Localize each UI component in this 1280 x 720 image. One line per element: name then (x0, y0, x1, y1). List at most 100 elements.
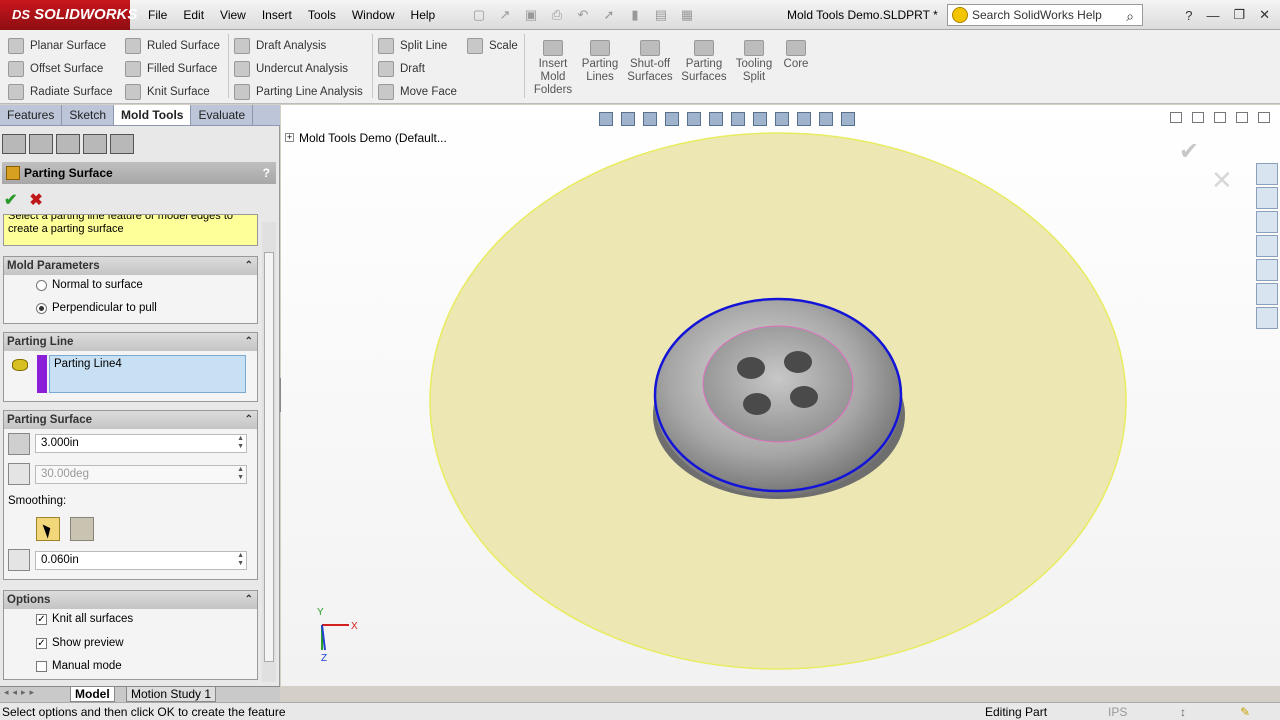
view-dropdown-icon[interactable] (841, 112, 855, 126)
view-palette-icon[interactable] (1256, 259, 1278, 281)
split-line-button[interactable]: Split Line (378, 34, 457, 57)
parting-surface-header[interactable]: Parting Surface ⌃ (4, 411, 257, 429)
menu-window[interactable]: Window (344, 0, 403, 30)
help-button[interactable]: ? (263, 162, 270, 184)
radiate-surface-button[interactable]: Radiate Surface (8, 80, 112, 103)
collapse-icon[interactable]: ⌃ (245, 411, 253, 429)
scale-button[interactable]: Scale (467, 34, 518, 57)
tab-model[interactable]: Model (70, 687, 115, 702)
menu-file[interactable]: File (140, 0, 175, 30)
menu-edit[interactable]: Edit (175, 0, 212, 30)
feature-manager-icon[interactable] (2, 134, 26, 154)
scene-icon[interactable] (819, 112, 833, 126)
status-units[interactable]: IPS (1108, 703, 1127, 720)
parting-surfaces-button[interactable]: Parting Surfaces (680, 40, 728, 84)
rebuild-icon[interactable]: ▮ (626, 6, 644, 24)
panel-scrollbar[interactable] (262, 222, 276, 682)
rebuild-status-icon[interactable]: ✎ (1240, 703, 1250, 720)
parting-line-header[interactable]: Parting Line ⌃ (4, 333, 257, 351)
display-style-icon[interactable] (753, 112, 767, 126)
tab-scroll-arrows-icon[interactable]: ◂◂▸▸ (4, 687, 38, 698)
collapse-icon[interactable]: ⌃ (245, 591, 253, 609)
draft-button[interactable]: Draft (378, 57, 457, 80)
save-icon[interactable]: ▣ (522, 6, 540, 24)
tab-mold-tools[interactable]: Mold Tools (114, 105, 192, 125)
menu-help[interactable]: Help (403, 0, 444, 30)
configuration-manager-icon[interactable] (56, 134, 80, 154)
display-manager-icon[interactable] (110, 134, 134, 154)
viewport-restore-icon[interactable] (1236, 112, 1248, 123)
distance-input[interactable]: 3.000in ▲ ▼ (35, 434, 247, 453)
collapse-icon[interactable]: ⌃ (245, 333, 253, 351)
zoom-to-fit-icon[interactable] (643, 112, 657, 126)
angle-input[interactable]: 30.00deg ▲ ▼ (35, 465, 247, 484)
options-icon[interactable]: ▦ (678, 6, 696, 24)
open-icon[interactable]: ↗ (496, 6, 514, 24)
perpendicular-to-pull-radio[interactable]: Perpendicular to pull (36, 302, 157, 314)
tab-motion-study[interactable]: Motion Study 1 (126, 687, 217, 702)
menu-insert[interactable]: Insert (254, 0, 300, 30)
confirmation-ok-icon[interactable]: ✔ (1179, 137, 1199, 166)
confirmation-cancel-icon[interactable]: ✕ (1211, 165, 1233, 196)
viewport-close-icon[interactable] (1258, 112, 1270, 123)
viewport-tile-icon[interactable] (1170, 112, 1182, 123)
solidworks-resources-icon[interactable] (1256, 163, 1278, 185)
options-header[interactable]: Options ⌃ (4, 591, 257, 609)
tab-sketch[interactable]: Sketch (62, 105, 115, 125)
parting-lines-button[interactable]: Parting Lines (579, 40, 621, 84)
help-search-input[interactable]: Search SolidWorks Help ⌕ (947, 4, 1143, 26)
core-button[interactable]: Core (780, 40, 812, 71)
status-arrow-icon[interactable]: ↕ (1180, 703, 1186, 720)
cancel-x-icon[interactable]: ✖ (29, 190, 42, 210)
tooling-split-button[interactable]: Tooling Split (732, 40, 776, 84)
home-icon[interactable] (1256, 187, 1278, 209)
menu-view[interactable]: View (212, 0, 254, 30)
parting-line-selection-box[interactable]: Parting Line4 (49, 355, 246, 393)
offset-surface-button[interactable]: Offset Surface (8, 57, 112, 80)
spin-arrows-icon[interactable]: ▲ ▼ (237, 435, 244, 451)
tab-features[interactable]: Features (0, 105, 63, 125)
normal-to-surface-radio[interactable]: Normal to surface (36, 279, 143, 291)
select-icon[interactable]: ➚ (600, 6, 618, 24)
manual-mode-checkbox[interactable]: Manual mode (36, 660, 122, 672)
minimize-icon[interactable]: — (1206, 8, 1219, 23)
new-document-icon[interactable]: ▢ (470, 6, 488, 24)
section-view-icon[interactable] (709, 112, 723, 126)
insert-mold-folders-button[interactable]: Insert Mold Folders (532, 40, 574, 97)
shut-off-surfaces-button[interactable]: Shut-off Surfaces (626, 40, 674, 84)
file-explorer-icon[interactable] (1256, 235, 1278, 257)
magnifier-icon[interactable]: ⌕ (1126, 6, 1134, 26)
mold-parameters-header[interactable]: Mold Parameters ⌃ (4, 257, 257, 275)
parting-line-analysis-button[interactable]: Parting Line Analysis (234, 80, 363, 103)
spin-arrows-icon[interactable]: ▲ ▼ (237, 466, 244, 482)
hide-show-icon[interactable] (775, 112, 789, 126)
show-preview-checkbox[interactable]: ✓ Show preview (36, 637, 124, 649)
appearances-icon[interactable] (1256, 283, 1278, 305)
expand-icon[interactable]: + (285, 133, 294, 142)
knit-surface-button[interactable]: Knit Surface (125, 80, 220, 103)
design-library-icon[interactable] (1256, 211, 1278, 233)
smooth-smoothing-button[interactable] (70, 517, 94, 541)
property-manager-icon[interactable] (29, 134, 53, 154)
previous-view-icon[interactable] (687, 112, 701, 126)
help-icon[interactable]: ? (1185, 8, 1192, 23)
view-settings-icon[interactable] (731, 112, 745, 126)
ruled-surface-button[interactable]: Ruled Surface (125, 34, 220, 57)
collapse-icon[interactable]: ⌃ (245, 257, 253, 275)
file-properties-icon[interactable]: ▤ (652, 6, 670, 24)
viewport-split-icon[interactable] (1192, 112, 1204, 123)
solidworks-logo[interactable]: DS SOLIDWORKS (0, 0, 137, 30)
smoothing-distance-input[interactable]: 0.060in ▲ ▼ (35, 551, 247, 570)
planar-surface-button[interactable]: Planar Surface (8, 34, 112, 57)
viewport-minimize-icon[interactable] (1214, 112, 1226, 123)
dimxpert-manager-icon[interactable] (83, 134, 107, 154)
graphics-area[interactable]: X Y Z + Mold Tools Demo (Default... ✔ ✕ (281, 105, 1280, 686)
filled-surface-button[interactable]: Filled Surface (125, 57, 220, 80)
tab-evaluate[interactable]: Evaluate (191, 105, 254, 125)
feature-tree-flyout[interactable]: + Mold Tools Demo (Default... (285, 131, 447, 145)
appearance-icon[interactable] (797, 112, 811, 126)
undo-icon[interactable]: ↶ (574, 6, 592, 24)
ok-check-icon[interactable]: ✔ (4, 190, 17, 210)
restore-icon[interactable]: ❐ (1233, 7, 1245, 23)
cube-view-icon[interactable] (621, 112, 635, 126)
